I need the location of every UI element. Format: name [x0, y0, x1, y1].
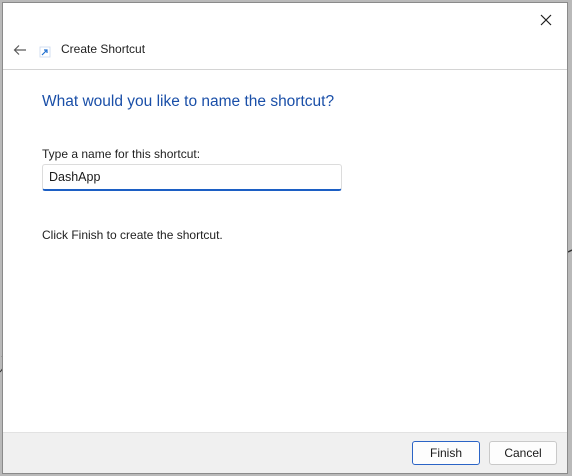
cancel-button[interactable]: Cancel [489, 441, 557, 465]
shortcut-name-input[interactable] [42, 164, 342, 191]
finish-instructions: Click Finish to create the shortcut. [42, 228, 223, 242]
close-button[interactable] [531, 7, 561, 33]
dialog-footer: Finish Cancel [3, 432, 567, 473]
back-button[interactable] [9, 39, 31, 61]
finish-button[interactable]: Finish [412, 441, 480, 465]
dialog-header: Create Shortcut [3, 35, 567, 70]
create-shortcut-dialog: Create Shortcut What would you like to n… [2, 2, 568, 474]
dialog-title: Create Shortcut [61, 42, 146, 56]
shortcut-icon [39, 46, 51, 58]
close-icon [540, 14, 552, 26]
shortcut-name-label: Type a name for this shortcut: [42, 147, 201, 161]
back-arrow-icon [13, 45, 26, 55]
page-heading: What would you like to name the shortcut… [42, 93, 335, 110]
